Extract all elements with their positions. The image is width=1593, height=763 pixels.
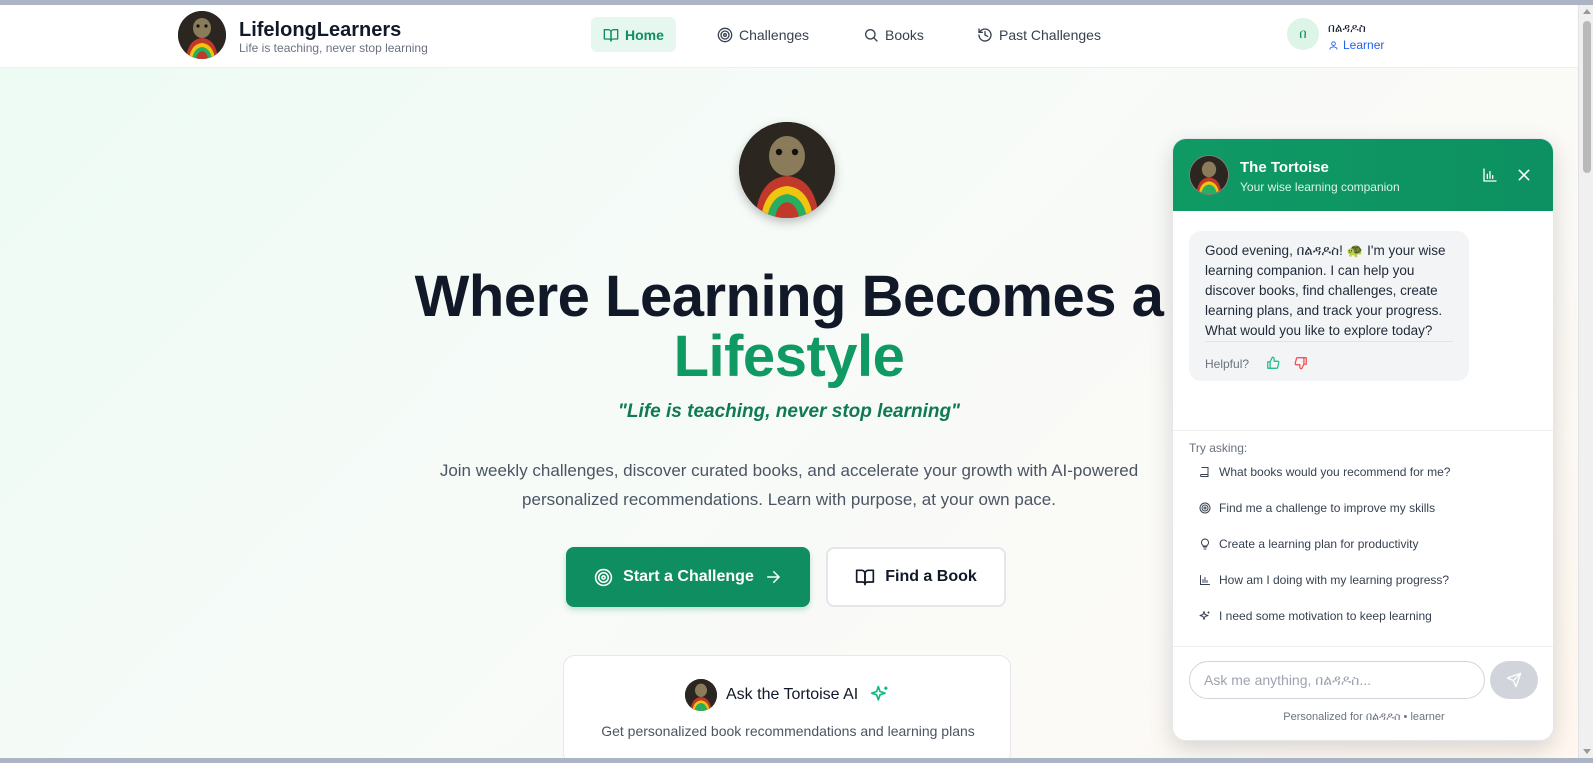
target-icon (717, 27, 733, 42)
input-divider (1173, 646, 1553, 647)
brand-tagline: Life is teaching, never stop learning (239, 41, 428, 55)
chat-title: The Tortoise (1240, 159, 1329, 176)
helpful-label: Helpful? (1205, 357, 1250, 371)
page-scrollbar[interactable] (1578, 5, 1593, 758)
nav-past-challenges-label: Past Challenges (999, 26, 1101, 43)
suggestion-item[interactable]: How am I doing with my learning progress… (1189, 565, 1539, 595)
bar-chart-icon[interactable] (1482, 167, 1498, 183)
window-bottom-border (0, 758, 1593, 763)
try-asking-label: Try asking: (1189, 441, 1248, 455)
search-icon (865, 28, 878, 42)
suggestion-text: I need some motivation to keep learning (1219, 609, 1432, 623)
thumbs-down-icon[interactable] (1294, 356, 1308, 370)
assistant-message-bubble: Good evening, በልዳዶስ! 🐢 I'm your wise lea… (1189, 231, 1469, 381)
history-icon (978, 27, 992, 42)
suggestion-item[interactable]: Find me a challenge to improve my skills (1189, 493, 1539, 523)
sparkles-icon (870, 685, 888, 701)
chat-footer: Personalized for በልዳዶስ • learner (1283, 711, 1445, 723)
suggestion-text: What books would you recommend for me? (1219, 465, 1451, 479)
brand-logo-tortoise-avatar[interactable] (178, 11, 226, 59)
nav-home[interactable]: Home (591, 17, 676, 52)
scroll-up-icon[interactable] (1583, 9, 1591, 14)
suggestion-text: How am I doing with my learning progress… (1219, 573, 1450, 587)
hero-tortoise-avatar (739, 122, 835, 218)
hero-description: Join weekly challenges, discover curated… (439, 461, 1139, 509)
user-icon (1329, 40, 1338, 50)
message-divider (1205, 341, 1453, 342)
target-icon (594, 568, 613, 586)
ask-tortoise-card[interactable]: Ask the Tortoise AI Get personalized boo… (563, 655, 1011, 758)
start-challenge-button[interactable]: Start a Challenge (566, 547, 810, 607)
user-role: Learner (1328, 38, 1384, 52)
chat-header: The Tortoise Your wise learning companio… (1173, 139, 1553, 211)
suggestion-item[interactable]: I need some motivation to keep learning (1189, 601, 1539, 631)
scrollbar-thumb[interactable] (1583, 21, 1591, 173)
user-role-label: Learner (1343, 38, 1385, 52)
chat-input[interactable] (1189, 661, 1485, 699)
nav-books-label: Books (885, 26, 924, 43)
find-book-label: Find a Book (885, 568, 977, 585)
tortoise-avatar (685, 679, 717, 711)
chat-subtitle: Your wise learning companion (1240, 180, 1400, 194)
nav-home-label: Home (625, 26, 664, 43)
brand-name[interactable]: LifelongLearners (239, 19, 401, 42)
lightbulb-icon (1201, 538, 1209, 550)
find-book-button[interactable]: Find a Book (826, 547, 1006, 607)
book-open-icon (603, 28, 619, 42)
suggestion-item[interactable]: Create a learning plan for productivity (1189, 529, 1539, 559)
tortoise-chat-panel: The Tortoise Your wise learning companio… (1172, 138, 1554, 741)
book-icon (1200, 467, 1209, 477)
nav-challenges-label: Challenges (739, 26, 810, 43)
suggestions-divider (1173, 430, 1553, 431)
top-navbar: LifelongLearners Life is teaching, never… (0, 5, 1578, 68)
send-button[interactable] (1490, 661, 1538, 699)
ask-tortoise-description: Get personalized book recommendations an… (601, 723, 975, 739)
suggestion-text: Create a learning plan for productivity (1219, 537, 1419, 551)
send-icon (1506, 672, 1522, 688)
user-avatar[interactable]: በ (1287, 18, 1319, 50)
nav-past-challenges[interactable]: Past Challenges (965, 17, 1113, 52)
arrow-right-icon (766, 571, 780, 583)
book-open-icon (856, 569, 875, 586)
suggestion-text: Find me a challenge to improve my skills (1219, 501, 1436, 515)
nav-challenges[interactable]: Challenges (705, 17, 821, 52)
chat-tortoise-avatar (1189, 155, 1229, 195)
start-challenge-label: Start a Challenge (623, 568, 754, 585)
suggestion-item[interactable]: What books would you recommend for me? (1189, 457, 1539, 487)
ask-tortoise-title: Ask the Tortoise AI (726, 686, 859, 703)
close-icon[interactable] (1516, 167, 1532, 183)
page-viewport: LifelongLearners Life is teaching, never… (0, 5, 1578, 758)
target-icon (1199, 502, 1211, 514)
thumbs-up-icon[interactable] (1266, 356, 1280, 370)
user-name[interactable]: በልዳዶስ (1328, 21, 1366, 36)
assistant-message-text: Good evening, በልዳዶስ! 🐢 I'm your wise lea… (1205, 243, 1446, 338)
sparkles-icon (1199, 611, 1210, 620)
scroll-down-icon[interactable] (1583, 749, 1591, 754)
bar-chart-icon (1200, 575, 1210, 585)
nav-books[interactable]: Books (851, 17, 936, 52)
